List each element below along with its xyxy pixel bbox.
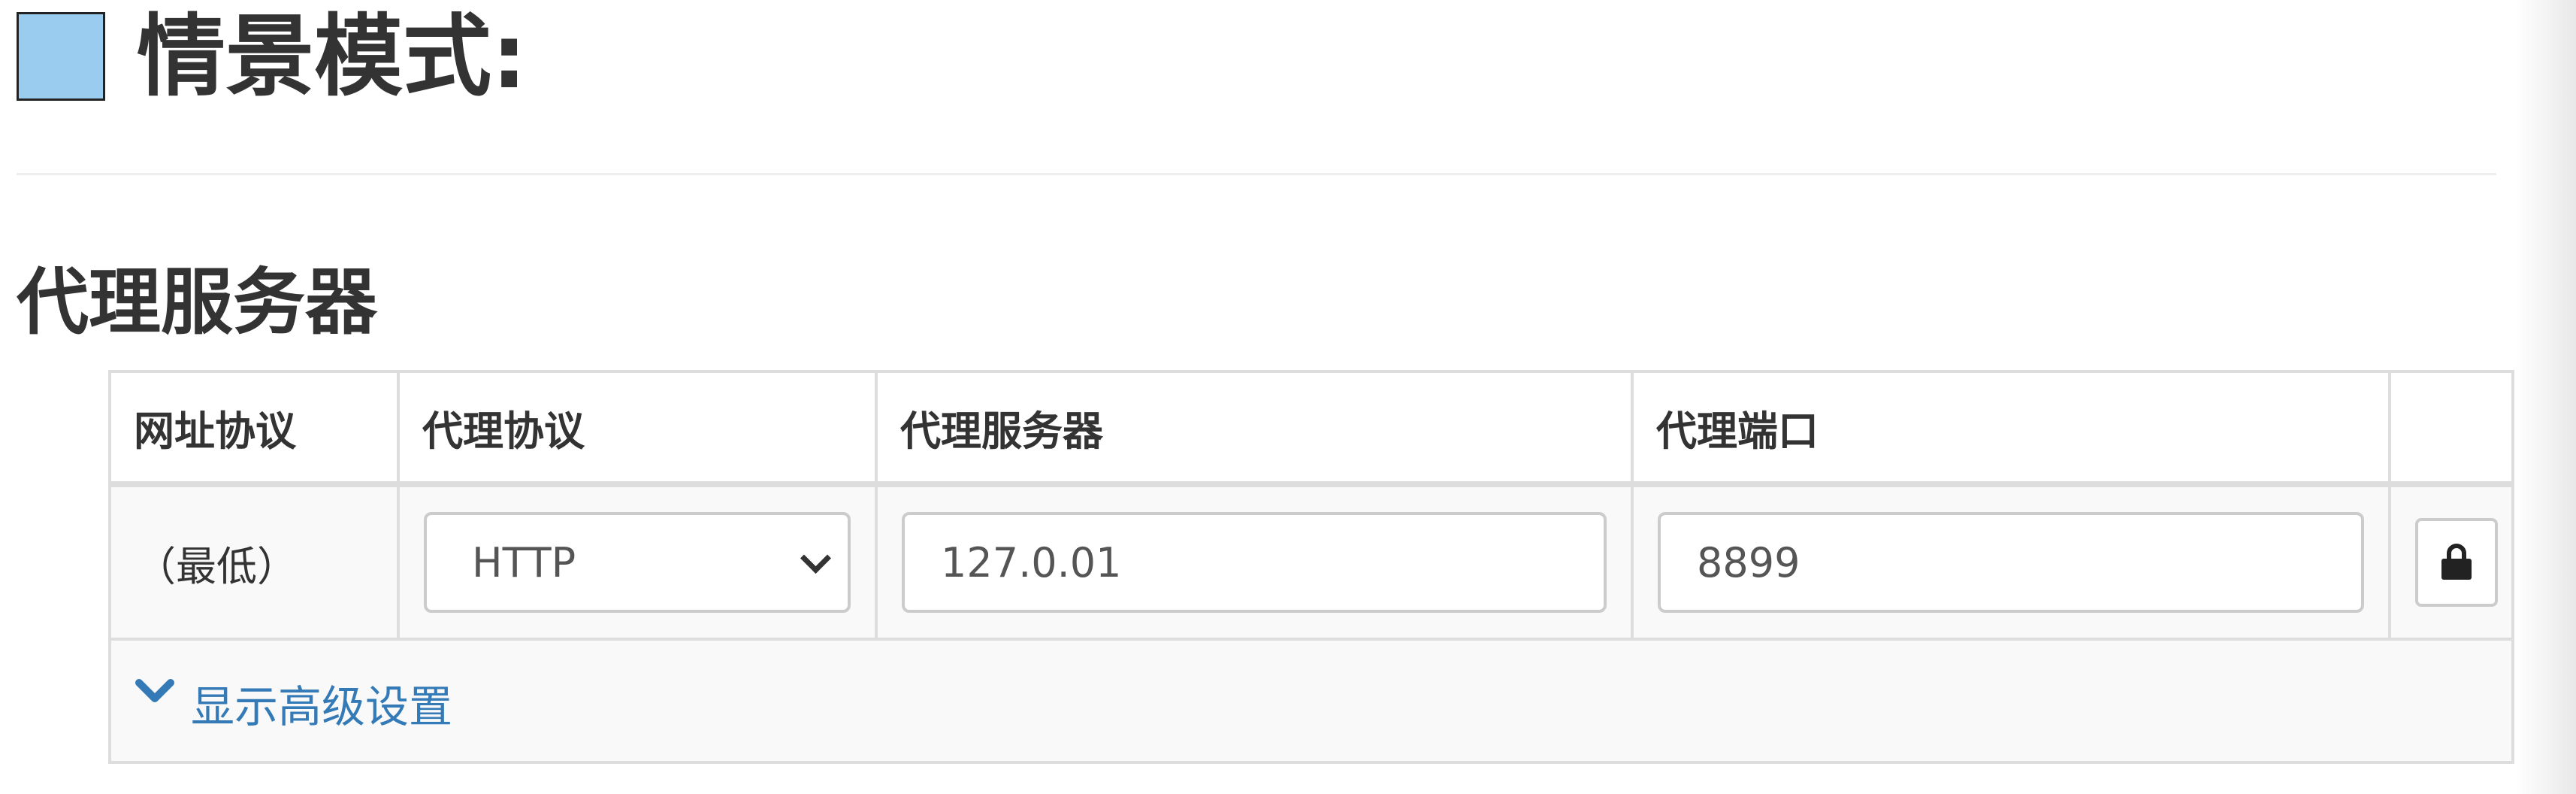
- url-scheme-label: （最低）: [135, 542, 298, 590]
- column-header-proxy-server: 代理服务器: [875, 370, 1634, 487]
- proxy-server-table: 网址协议 代理协议 代理服务器 代理端口 （最低） HTTP 127.0.01: [108, 370, 2514, 764]
- proxy-port-value: 8899: [1697, 538, 1800, 586]
- auth-lock-button[interactable]: [2415, 518, 2498, 607]
- proxy-port-cell: 8899: [1631, 483, 2391, 641]
- table-row: （最低） HTTP 127.0.01 8899: [108, 483, 2514, 641]
- lock-icon: [2441, 544, 2472, 580]
- page-title: 情景模式:: [137, 5, 528, 108]
- profile-color-swatch[interactable]: [17, 12, 105, 101]
- action-cell: [2388, 483, 2514, 641]
- proxy-protocol-cell: HTTP: [397, 483, 878, 641]
- advanced-settings-cell: 显示高级设置: [108, 638, 2514, 764]
- show-advanced-settings-link[interactable]: 显示高级设置: [135, 671, 452, 735]
- proxy-server-value: 127.0.01: [941, 538, 1122, 586]
- column-header-url-scheme: 网址协议: [108, 370, 400, 487]
- scroll-shade: [2516, 0, 2576, 794]
- table-header-row: 网址协议 代理协议 代理服务器 代理端口: [108, 370, 2514, 487]
- header-divider: [17, 173, 2496, 175]
- chevron-down-icon: [800, 542, 832, 574]
- show-advanced-settings-label: 显示高级设置: [191, 680, 453, 732]
- chevron-down-icon: [135, 678, 174, 702]
- proxy-server-input[interactable]: 127.0.01: [902, 512, 1607, 613]
- proxy-server-cell: 127.0.01: [875, 483, 1634, 641]
- url-scheme-cell: （最低）: [108, 483, 400, 641]
- proxy-protocol-value: HTTP: [472, 538, 576, 586]
- section-title: 代理服务器: [17, 260, 377, 344]
- column-header-proxy-protocol: 代理协议: [397, 370, 878, 487]
- proxy-protocol-select[interactable]: HTTP: [424, 512, 851, 613]
- column-header-actions: [2388, 370, 2514, 487]
- page-header: 情景模式:: [17, 0, 527, 113]
- advanced-settings-row: 显示高级设置: [108, 638, 2514, 764]
- proxy-port-input[interactable]: 8899: [1658, 512, 2364, 613]
- column-header-proxy-port: 代理端口: [1631, 370, 2391, 487]
